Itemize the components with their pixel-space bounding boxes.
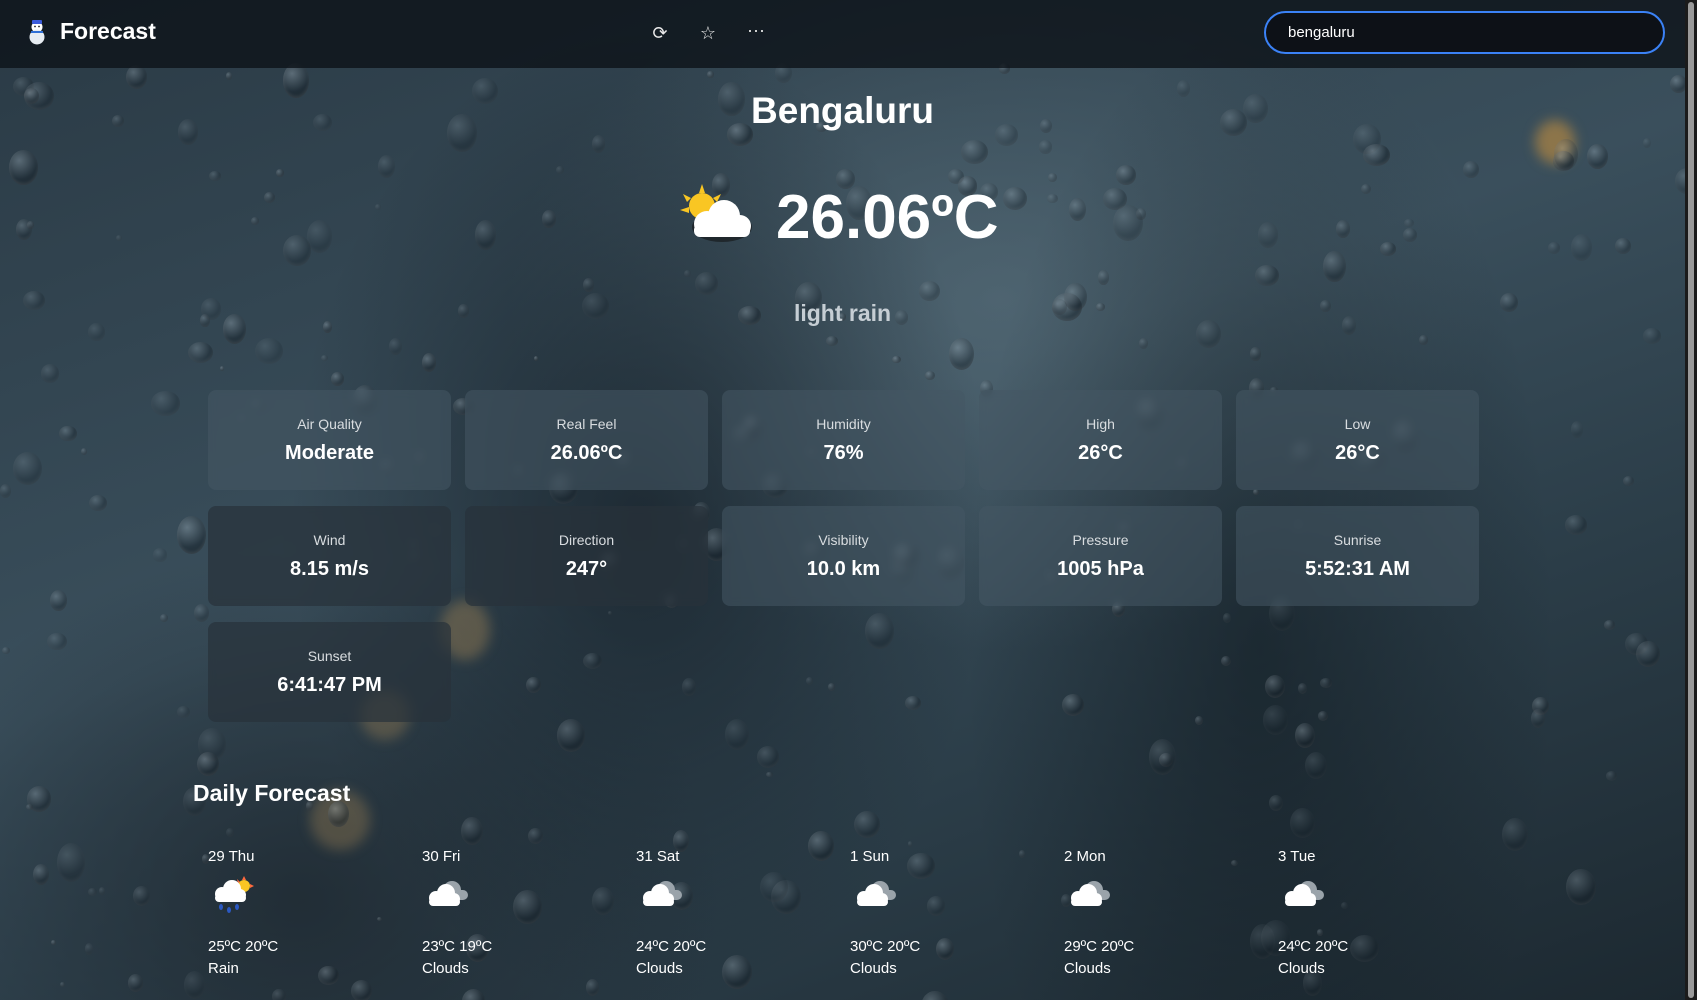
- cloud-icon: [636, 874, 850, 932]
- city-search-input[interactable]: [1264, 11, 1665, 54]
- stat-value: Moderate: [285, 441, 374, 464]
- stat-value: 76%: [823, 441, 864, 464]
- stat-label: Real Feel: [556, 415, 617, 432]
- stat-label: Wind: [313, 531, 346, 548]
- forecast-day-name: 1 Sun: [850, 848, 890, 865]
- more-button[interactable]: ···: [746, 17, 766, 43]
- stat-value: 1005 hPa: [1057, 557, 1144, 580]
- cloud-icon: [850, 874, 1064, 932]
- forecast-condition: Clouds: [636, 960, 683, 977]
- forecast-condition: Clouds: [850, 960, 897, 977]
- daily-forecast-title: Daily Forecast: [193, 780, 351, 806]
- partly-cloudy-icon: [672, 180, 760, 255]
- stat-card-pressure: Pressure 1005 hPa: [979, 506, 1222, 606]
- app-header: Forecast ⟳ ☆ ···: [0, 0, 1685, 68]
- forecast-temps: 23ºC 19ºC: [422, 938, 493, 955]
- stat-label: Low: [1344, 415, 1371, 432]
- stat-card-sunrise: Sunrise 5:52:31 AM: [1236, 506, 1479, 606]
- stat-card-high: High 26°C: [979, 390, 1222, 490]
- app-title: Forecast: [60, 18, 156, 44]
- stat-value: 26°C: [1335, 441, 1380, 464]
- forecast-temps: 30ºC 20ºC: [850, 938, 921, 955]
- forecast-temps: 24ºC 20ºC: [1278, 938, 1349, 955]
- forecast-day: 31 Sat 24ºC 20ºC Clouds: [636, 848, 850, 977]
- rain-sun-icon: [208, 874, 422, 932]
- forecast-condition: Clouds: [1064, 960, 1111, 977]
- forecast-temps: 24ºC 20ºC: [636, 938, 707, 955]
- stat-label: Humidity: [816, 415, 871, 432]
- stat-value: 6:41:47 PM: [277, 673, 382, 696]
- forecast-temps: 29ºC 20ºC: [1064, 938, 1135, 955]
- stat-card-real-feel: Real Feel 26.06ºC: [465, 390, 708, 490]
- forecast-day-name: 31 Sat: [636, 848, 680, 865]
- stat-value: 26.06ºC: [550, 441, 623, 464]
- forecast-day-name: 30 Fri: [422, 848, 461, 865]
- stat-card-air-quality: Air Quality Moderate: [208, 390, 451, 490]
- refresh-icon: ⟳: [652, 23, 668, 43]
- forecast-condition: Rain: [208, 960, 239, 977]
- brand[interactable]: Forecast: [26, 18, 156, 45]
- stat-label: Sunrise: [1333, 531, 1382, 548]
- stat-label: Direction: [558, 531, 615, 548]
- snowman-icon: [26, 19, 48, 45]
- scrollbar-thumb[interactable]: [1688, 2, 1694, 998]
- forecast-day: 29 Thu 25ºC 20ºC Rain: [208, 848, 422, 977]
- stat-card-sunset: Sunset 6:41:47 PM: [208, 622, 451, 722]
- current-temperature: 26.06ºC: [776, 183, 999, 252]
- stat-card-visibility: Visibility 10.0 km: [722, 506, 965, 606]
- stat-card-low: Low 26°C: [1236, 390, 1479, 490]
- forecast-condition: Clouds: [1278, 960, 1325, 977]
- favorite-button[interactable]: ☆: [698, 20, 718, 46]
- city-name: Bengaluru: [751, 90, 934, 131]
- weather-description: light rain: [793, 300, 892, 326]
- forecast-day: 2 Mon 29ºC 20ºC Clouds: [1064, 848, 1278, 977]
- stat-value: 10.0 km: [806, 557, 881, 580]
- stat-value: 247°: [565, 557, 608, 580]
- cloud-icon: [422, 874, 636, 932]
- forecast-condition: Clouds: [422, 960, 469, 977]
- refresh-button[interactable]: ⟳: [650, 20, 670, 46]
- forecast-day-name: 2 Mon: [1064, 848, 1106, 865]
- stat-label: Sunset: [307, 647, 352, 664]
- forecast-day: 30 Fri 23ºC 19ºC Clouds: [422, 848, 636, 977]
- stat-value: 8.15 m/s: [290, 557, 369, 580]
- weather-stats-grid: Air Quality Moderate Real Feel 26.06ºC H…: [208, 390, 1480, 722]
- more-icon: ···: [747, 20, 765, 40]
- forecast-day: 3 Tue 24ºC 20ºC Clouds: [1278, 848, 1492, 977]
- daily-forecast-list: 29 Thu 25ºC 20ºC Rain 30 Fri 23ºC 19ºC C…: [208, 848, 1492, 977]
- stat-card-wind: Wind 8.15 m/s: [208, 506, 451, 606]
- stat-label: High: [1086, 415, 1115, 432]
- stat-label: Pressure: [1072, 531, 1129, 548]
- forecast-day-name: 3 Tue: [1278, 848, 1316, 865]
- header-actions: ⟳ ☆ ···: [650, 20, 766, 46]
- stat-card-direction: Direction 247°: [465, 506, 708, 606]
- scrollbar[interactable]: [1685, 0, 1697, 1000]
- stat-card-humidity: Humidity 76%: [722, 390, 965, 490]
- stat-label: Air Quality: [297, 415, 362, 432]
- star-icon: ☆: [699, 23, 717, 43]
- stat-value: 26°C: [1078, 441, 1123, 464]
- cloud-icon: [1278, 874, 1492, 932]
- stat-label: Visibility: [818, 531, 869, 548]
- forecast-day: 1 Sun 30ºC 20ºC Clouds: [850, 848, 1064, 977]
- current-temperature-row: 26.06ºC: [672, 180, 999, 255]
- forecast-day-name: 29 Thu: [208, 848, 255, 865]
- cloud-icon: [1064, 874, 1278, 932]
- stat-value: 5:52:31 AM: [1305, 557, 1410, 580]
- forecast-temps: 25ºC 20ºC: [208, 938, 279, 955]
